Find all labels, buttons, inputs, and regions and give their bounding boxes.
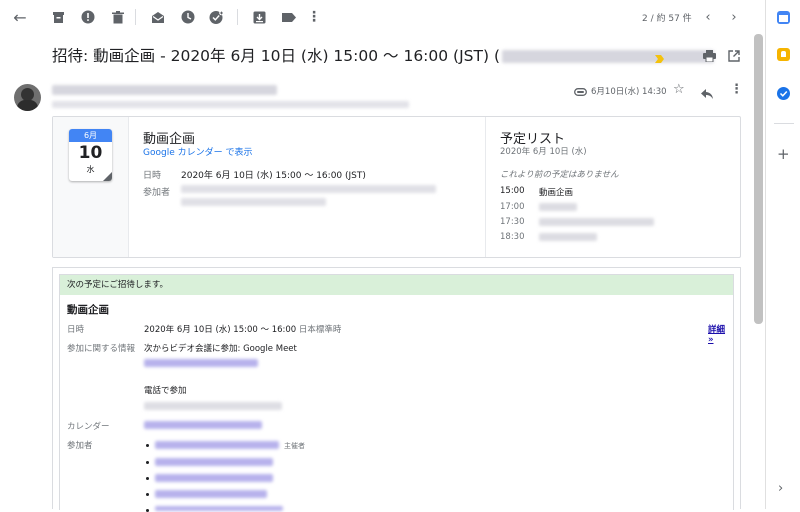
agenda-time: 18:30 xyxy=(500,232,525,242)
redacted-guest-link[interactable] xyxy=(155,458,273,466)
guests-list xyxy=(181,185,436,206)
archive-icon[interactable] xyxy=(50,9,66,25)
details-link[interactable]: 詳細 » xyxy=(708,323,733,345)
view-in-calendar-link[interactable]: Google カレンダー で表示 xyxy=(143,145,252,158)
invitation-frame: 次の予定にご招待します。 動画企画 日時 2020年 6月 10日 (水) 15… xyxy=(59,274,734,512)
redacted-agenda-event xyxy=(539,218,654,226)
list-bullet xyxy=(146,461,149,464)
join-info-label: 参加に関する情報 xyxy=(67,344,136,354)
cal-day: 10 xyxy=(78,143,103,163)
list-bullet xyxy=(146,444,149,447)
calendar-date-icon: 6月 10 水 xyxy=(69,129,112,181)
phone-join-label: 電話で参加 xyxy=(144,386,187,396)
redacted-guest-link[interactable] xyxy=(155,441,279,449)
older-chevron-icon[interactable]: › xyxy=(726,9,742,25)
subject-text: 招待: 動画企画 - 2020年 6月 10日 (水) 15:00 〜 16:0… xyxy=(52,47,500,65)
organizer-tag: 主催者 xyxy=(284,442,305,450)
invite-when: 2020年 6月 10日 (水) 15:00 〜 16:00 日本標準時 xyxy=(144,323,341,335)
side-divider xyxy=(774,123,794,124)
invite-title: 動画企画 xyxy=(67,304,109,316)
card-divider xyxy=(485,117,486,257)
tasks-app-icon[interactable] xyxy=(777,87,790,100)
back-arrow-icon[interactable]: ← xyxy=(12,8,28,27)
attachment-icon xyxy=(574,85,587,99)
scrollbar-thumb[interactable] xyxy=(754,34,763,324)
redacted-recipients xyxy=(52,101,409,108)
redacted-phone xyxy=(144,402,282,410)
invitation-body: 次の予定にご招待します。 動画企画 日時 2020年 6月 10日 (水) 15… xyxy=(52,267,741,512)
message-toolbar: ← ⋮ 2 / 約 57 件 ‹ › xyxy=(0,0,765,34)
reply-icon[interactable] xyxy=(701,84,713,103)
more-vert-icon[interactable]: ⋮ xyxy=(306,9,322,25)
pagination-count: 2 / 約 57 件 xyxy=(642,14,692,24)
redacted-guest-link[interactable] xyxy=(155,490,267,498)
message-more-icon[interactable]: ⋮ xyxy=(730,82,743,97)
list-bullet xyxy=(146,493,149,496)
cal-month: 6月 xyxy=(69,129,112,142)
invite-guests-label: 参加者 xyxy=(67,441,93,451)
list-bullet xyxy=(146,477,149,480)
redacted-meet-link[interactable] xyxy=(144,359,258,367)
when-label: 日時 xyxy=(143,171,162,181)
snooze-icon[interactable] xyxy=(180,9,196,25)
redacted-guest xyxy=(181,198,326,206)
keep-app-icon[interactable] xyxy=(777,48,790,61)
label-icon[interactable] xyxy=(281,9,297,25)
redacted-calendar[interactable] xyxy=(144,421,262,429)
agenda-time: 17:30 xyxy=(500,217,525,227)
agenda-note: これより前の予定はありません xyxy=(500,170,619,180)
redacted-sender xyxy=(52,85,277,95)
importance-marker-icon[interactable] xyxy=(655,48,664,63)
redacted-text xyxy=(502,50,714,63)
invite-when-value: 2020年 6月 10日 (水) 15:00 〜 16:00 xyxy=(144,325,297,335)
sender-info xyxy=(52,85,409,108)
toolbar-divider xyxy=(237,9,238,25)
invitation-banner: 次の予定にご招待します。 xyxy=(60,275,733,295)
star-icon[interactable]: ☆ xyxy=(673,82,685,97)
mark-unread-icon[interactable] xyxy=(150,9,166,25)
redacted-agenda-event xyxy=(539,233,597,241)
redacted-agenda-event xyxy=(539,203,577,211)
delete-icon[interactable] xyxy=(110,9,126,25)
redacted-guest xyxy=(181,185,436,193)
calendar-app-icon[interactable] xyxy=(777,11,790,24)
report-spam-icon[interactable] xyxy=(80,9,96,25)
newer-chevron-icon[interactable]: ‹ xyxy=(700,9,716,25)
invite-when-label: 日時 xyxy=(67,325,85,335)
agenda-time: 15:00 xyxy=(500,186,525,196)
open-new-window-icon[interactable] xyxy=(728,47,740,66)
agenda-date: 2020年 6月 10日 (水) xyxy=(500,147,587,157)
side-panel: + › xyxy=(765,0,800,509)
add-to-tasks-icon[interactable] xyxy=(208,9,224,25)
email-date: 6月10日(水) 14:30 xyxy=(591,87,667,97)
guests-label: 参加者 xyxy=(143,188,171,198)
agenda-event: 動画企画 xyxy=(539,188,574,198)
move-to-icon[interactable] xyxy=(251,9,267,25)
calendar-label: カレンダー xyxy=(67,422,110,432)
event-card: 6月 10 水 動画企画 Google カレンダー で表示 日時 2020年 6… xyxy=(52,116,741,258)
email-subject: 招待: 動画企画 - 2020年 6月 10日 (水) 15:00 〜 16:0… xyxy=(52,44,714,66)
redacted-guest-link[interactable] xyxy=(155,474,273,482)
avatar[interactable] xyxy=(14,84,41,111)
when-value: 2020年 6月 10日 (水) 15:00 〜 16:00 (JST) xyxy=(181,171,366,181)
invite-timezone: 日本標準時 xyxy=(298,325,342,335)
toolbar-divider xyxy=(135,9,136,25)
add-addon-icon[interactable]: + xyxy=(777,145,790,163)
calendar-column: 6月 10 水 xyxy=(53,117,129,257)
print-icon[interactable] xyxy=(703,47,716,66)
join-info-value: 次からビデオ会議に参加: Google Meet xyxy=(144,344,297,354)
agenda-time: 17:00 xyxy=(500,202,525,212)
expand-panel-icon[interactable]: › xyxy=(778,481,783,496)
